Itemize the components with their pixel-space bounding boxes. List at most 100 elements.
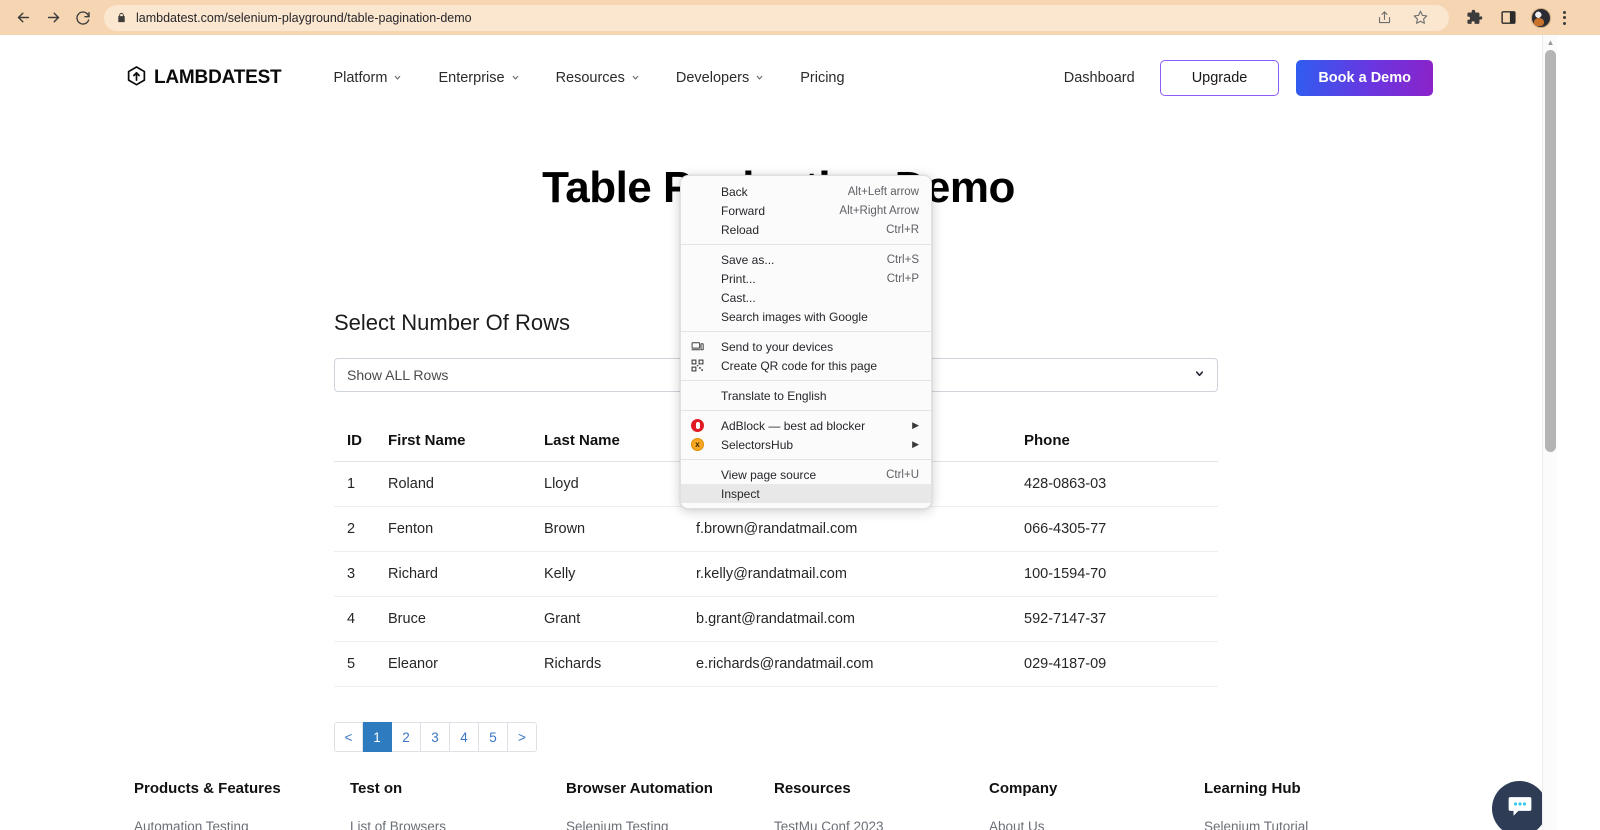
context-menu-item-inspect[interactable]: Inspect bbox=[681, 484, 931, 503]
cell-first-name: Fenton bbox=[388, 506, 544, 552]
submenu-arrow-icon: ▶ bbox=[912, 439, 919, 449]
nav-label: Pricing bbox=[800, 69, 845, 86]
chat-widget-button[interactable] bbox=[1492, 781, 1547, 830]
context-menu-item-cast[interactable]: Cast... bbox=[681, 288, 931, 307]
context-menu-accel: Ctrl+P bbox=[886, 272, 919, 285]
table-row: 3 Richard Kelly r.kelly@randatmail.com 1… bbox=[334, 551, 1218, 597]
context-menu-item-forward[interactable]: Forward Alt+Right Arrow bbox=[681, 201, 931, 220]
footer-link[interactable]: Selenium Testing bbox=[566, 819, 774, 830]
pagination-page-1[interactable]: 1 bbox=[363, 722, 392, 752]
context-menu-label: Reload bbox=[721, 222, 760, 237]
cell-email: f.brown@randatmail.com bbox=[696, 506, 1024, 552]
star-icon[interactable] bbox=[1409, 7, 1431, 29]
chevron-down-icon bbox=[1194, 368, 1205, 382]
pagination-page-5[interactable]: 5 bbox=[479, 722, 508, 752]
footer-title: Resources bbox=[774, 780, 851, 797]
footer-link[interactable]: TestMu Conf 2023 bbox=[774, 819, 989, 830]
page-scrollbar[interactable]: ▲ bbox=[1542, 35, 1557, 830]
context-menu-item-create-qr-code[interactable]: Create QR code for this page bbox=[681, 356, 931, 375]
footer-link[interactable]: List of Browsers bbox=[350, 819, 566, 830]
footer-column-company: Company About Us bbox=[989, 780, 1204, 830]
nav-item-developers[interactable]: Developers bbox=[676, 70, 764, 86]
context-menu-separator bbox=[681, 459, 931, 460]
dashboard-link[interactable]: Dashboard bbox=[1064, 70, 1135, 86]
context-menu-label: Translate to English bbox=[721, 388, 827, 403]
cell-phone: 029-4187-09 bbox=[1024, 641, 1218, 687]
context-menu-item-send-to-devices[interactable]: Send to your devices bbox=[681, 337, 931, 356]
kebab-menu-icon[interactable] bbox=[1563, 10, 1566, 25]
cell-phone: 592-7147-37 bbox=[1024, 596, 1218, 642]
nav-item-resources[interactable]: Resources bbox=[556, 70, 640, 86]
pagination-page-2[interactable]: 2 bbox=[392, 722, 421, 752]
cell-id: 3 bbox=[334, 551, 388, 597]
page-content: LAMBDATEST Platform Enterprise Resources… bbox=[0, 35, 1557, 830]
address-bar[interactable]: lambdatest.com/selenium-playground/table… bbox=[104, 4, 1449, 31]
site-footer: Products & Features Automation Testing T… bbox=[0, 780, 1557, 830]
cell-email: b.grant@randatmail.com bbox=[696, 596, 1024, 642]
logo-mark-icon bbox=[126, 65, 147, 91]
context-menu-item-back[interactable]: Back Alt+Left arrow bbox=[681, 182, 931, 201]
share-icon[interactable] bbox=[1373, 7, 1395, 29]
column-header-last-name: Last Name bbox=[544, 420, 696, 462]
footer-link[interactable]: Automation Testing bbox=[134, 819, 350, 830]
main-navigation: Platform Enterprise Resources Developers… bbox=[333, 70, 844, 86]
nav-label: Platform bbox=[333, 69, 388, 86]
url-text: lambdatest.com/selenium-playground/table… bbox=[136, 10, 472, 25]
context-menu-accel: Ctrl+S bbox=[886, 253, 919, 266]
nav-item-enterprise[interactable]: Enterprise bbox=[438, 70, 519, 86]
context-menu-item-reload[interactable]: Reload Ctrl+R bbox=[681, 220, 931, 239]
side-panel-icon[interactable] bbox=[1497, 7, 1519, 29]
context-menu-label: Search images with Google bbox=[721, 309, 868, 324]
context-menu-item-adblock[interactable]: AdBlock — best ad blocker ▶ bbox=[681, 416, 931, 435]
context-menu-item-selectorshub[interactable]: x SelectorsHub ▶ bbox=[681, 435, 931, 454]
context-menu-accel: Alt+Right Arrow bbox=[839, 204, 919, 217]
upgrade-button[interactable]: Upgrade bbox=[1159, 59, 1280, 96]
chat-bubble-icon bbox=[1507, 793, 1533, 824]
table-row: 5 Eleanor Richards e.richards@randatmail… bbox=[334, 641, 1218, 687]
context-menu-accel: Ctrl+R bbox=[886, 223, 919, 236]
context-menu-separator bbox=[681, 410, 931, 411]
back-arrow-icon[interactable] bbox=[8, 3, 38, 33]
context-menu-item-view-page-source[interactable]: View page source Ctrl+U bbox=[681, 465, 931, 484]
pagination-prev[interactable]: < bbox=[334, 722, 363, 752]
puzzle-piece-icon[interactable] bbox=[1463, 7, 1485, 29]
pagination-page-4[interactable]: 4 bbox=[450, 722, 479, 752]
table-row: 2 Fenton Brown f.brown@randatmail.com 06… bbox=[334, 506, 1218, 552]
adblock-icon bbox=[691, 419, 713, 432]
pagination-next[interactable]: > bbox=[508, 722, 537, 752]
reload-icon[interactable] bbox=[68, 3, 98, 33]
cell-id: 4 bbox=[334, 596, 388, 642]
footer-title: Learning Hub bbox=[1204, 780, 1301, 797]
context-menu-separator bbox=[681, 380, 931, 381]
footer-link[interactable]: Selenium Tutorial bbox=[1204, 819, 1308, 830]
context-menu-item-print[interactable]: Print... Ctrl+P bbox=[681, 269, 931, 288]
nav-item-pricing[interactable]: Pricing bbox=[800, 70, 844, 86]
book-demo-button[interactable]: Book a Demo bbox=[1296, 59, 1433, 96]
device-icon bbox=[691, 340, 713, 353]
toolbar-actions bbox=[1457, 7, 1566, 29]
cell-email: r.kelly@randatmail.com bbox=[696, 551, 1024, 597]
submenu-arrow-icon: ▶ bbox=[912, 420, 919, 430]
cell-phone: 428-0863-03 bbox=[1024, 461, 1218, 507]
lambdatest-logo[interactable]: LAMBDATEST bbox=[126, 65, 282, 91]
context-menu-label: Send to your devices bbox=[721, 339, 834, 354]
cell-last-name: Grant bbox=[544, 596, 696, 642]
context-menu-item-save-as[interactable]: Save as... Ctrl+S bbox=[681, 250, 931, 269]
scrollbar-thumb[interactable] bbox=[1545, 50, 1556, 452]
logo-text: LAMBDATEST bbox=[154, 66, 282, 88]
column-header-id: ID bbox=[334, 420, 388, 462]
footer-column-browser-automation: Browser Automation Selenium Testing bbox=[566, 780, 774, 830]
scroll-up-arrow-icon[interactable]: ▲ bbox=[1543, 35, 1558, 50]
context-menu-item-search-images[interactable]: Search images with Google bbox=[681, 307, 931, 326]
context-menu-label: Inspect bbox=[721, 486, 760, 501]
nav-label: Resources bbox=[555, 69, 625, 86]
forward-arrow-icon[interactable] bbox=[38, 3, 68, 33]
context-menu-label: AdBlock — best ad blocker bbox=[721, 418, 866, 433]
footer-link[interactable]: About Us bbox=[989, 819, 1204, 830]
pagination-page-3[interactable]: 3 bbox=[421, 722, 450, 752]
avatar[interactable] bbox=[1531, 7, 1551, 28]
cell-id: 1 bbox=[334, 461, 388, 507]
context-menu-label: View page source bbox=[721, 467, 817, 482]
nav-item-platform[interactable]: Platform bbox=[333, 70, 402, 86]
context-menu-item-translate[interactable]: Translate to English bbox=[681, 386, 931, 405]
